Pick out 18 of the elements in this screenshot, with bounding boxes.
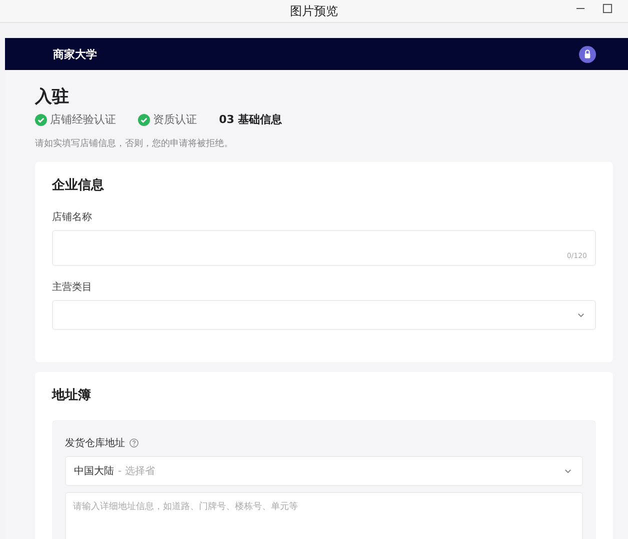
address-field[interactable]: 请输入详细地址信息，如道路、门牌号、楼栋号、单元等 (65, 492, 583, 539)
maximize-icon[interactable] (601, 2, 614, 15)
section-title: 企业信息 (52, 177, 105, 194)
step-label: 店铺经验认证 (50, 112, 116, 127)
avatar-icon[interactable] (579, 46, 596, 62)
brand-name: 商家大学 (53, 46, 97, 62)
field-label: 发货仓库地址 (65, 436, 125, 450)
step-label: 资质认证 (153, 112, 197, 127)
section-title: 地址簿 (52, 387, 92, 404)
hint-text: 请如实填写店铺信息，否则，您的申请将被拒绝。 (35, 138, 234, 150)
window-title: 图片预览 (290, 2, 338, 20)
help-icon[interactable] (129, 438, 139, 448)
field-label: 主营类目 (52, 280, 93, 294)
region-select[interactable]: 中国大陆 - 选择省 (65, 456, 583, 486)
page-title: 入驻 (35, 86, 70, 108)
step-label: 03 基础信息 (219, 112, 282, 127)
select-field[interactable] (52, 300, 596, 330)
field-label: 店铺名称 (52, 210, 93, 224)
